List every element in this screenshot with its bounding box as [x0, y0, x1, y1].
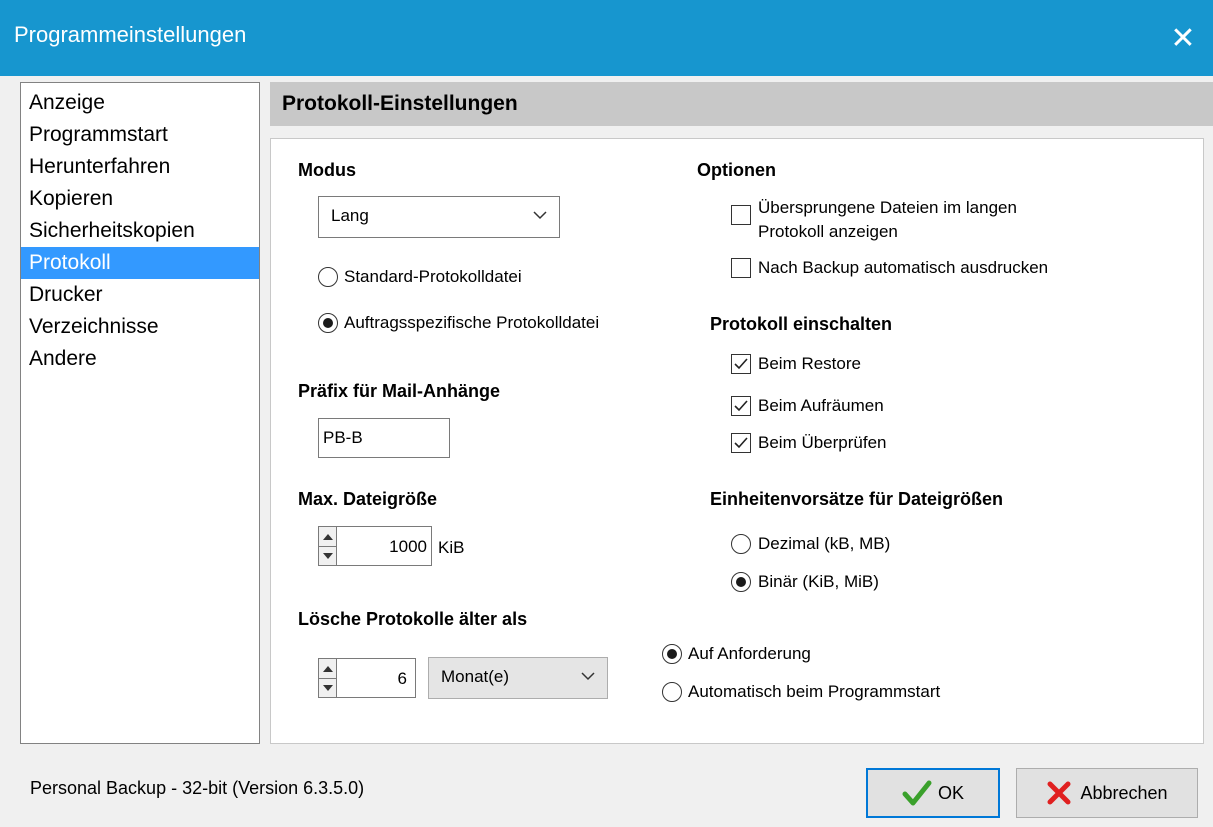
chevron-down-icon — [581, 672, 595, 681]
radio-binaer[interactable] — [731, 572, 751, 592]
radio-automatisch[interactable] — [662, 682, 682, 702]
cancel-button-label: Abbrechen — [1080, 782, 1168, 803]
checkbox-skipped-files[interactable] — [731, 205, 751, 225]
checkbox-restore-label[interactable]: Beim Restore — [758, 354, 861, 374]
delete-age-spinner[interactable] — [318, 658, 338, 698]
delete-heading: Lösche Protokolle älter als — [298, 609, 528, 629]
enable-heading: Protokoll einschalten — [710, 314, 893, 334]
radio-binaer-label[interactable]: Binär (KiB, MiB) — [758, 572, 879, 592]
settings-window: Programmeinstellungen ✕ Anzeige Programm… — [0, 0, 1213, 827]
maxsize-spinner[interactable] — [318, 526, 338, 566]
options-heading: Optionen — [697, 160, 776, 180]
maxsize-unit: KiB — [438, 538, 465, 557]
chevron-down-icon — [533, 211, 547, 220]
title-bar[interactable]: Programmeinstellungen ✕ — [0, 0, 1213, 76]
checkbox-cleanup[interactable] — [731, 396, 751, 416]
check-icon — [734, 437, 748, 449]
delete-unit-value: Monat(e) — [441, 667, 510, 686]
checkbox-verify[interactable] — [731, 433, 751, 453]
page-title: Protokoll-Einstellungen — [270, 82, 1213, 126]
ok-button-label: OK — [937, 782, 964, 803]
radio-dezimal-label[interactable]: Dezimal (kB, MB) — [758, 534, 890, 554]
sidebar-item-programmstart[interactable]: Programmstart — [21, 119, 259, 151]
radio-auftrag-label[interactable]: Auftragsspezifische Protokolldatei — [344, 313, 599, 333]
window-title: Programmeinstellungen — [14, 22, 247, 47]
units-heading: Einheitenvorsätze für Dateigrößen — [710, 489, 1004, 509]
check-icon — [734, 400, 748, 412]
radio-auf-anforderung-label[interactable]: Auf Anforderung — [688, 644, 811, 664]
prefix-heading: Präfix für Mail-Anhänge — [298, 381, 501, 401]
delete-age-input[interactable]: 6 — [336, 658, 416, 698]
skipped-label-line2: Protokoll anzeigen — [758, 222, 898, 241]
spin-up-icon[interactable] — [319, 527, 337, 547]
radio-auftragsspezifische-protokolldatei[interactable] — [318, 313, 338, 333]
checkbox-auto-print-label[interactable]: Nach Backup automatisch ausdrucken — [758, 258, 1048, 278]
sidebar-item-drucker[interactable]: Drucker — [21, 279, 259, 311]
spin-down-icon[interactable] — [319, 546, 337, 565]
checkbox-auto-print[interactable] — [731, 258, 751, 278]
prefix-input[interactable]: PB-B — [318, 418, 450, 458]
category-list[interactable]: Anzeige Programmstart Herunterfahren Kop… — [20, 82, 260, 744]
x-icon — [1047, 781, 1071, 805]
checkbox-restore[interactable] — [731, 354, 751, 374]
sidebar-item-andere[interactable]: Andere — [21, 343, 259, 375]
spin-down-icon[interactable] — [319, 678, 337, 697]
maxsize-input[interactable]: 1000 — [336, 526, 432, 566]
cancel-button[interactable]: Abbrechen — [1016, 768, 1198, 818]
delete-unit-select[interactable]: Monat(e) — [428, 657, 608, 699]
checkbox-skipped-files-label[interactable]: Übersprungene Dateien im langen Protokol… — [758, 196, 1017, 244]
check-icon — [734, 358, 748, 370]
modus-heading: Modus — [298, 160, 356, 180]
checkbox-verify-label[interactable]: Beim Überprüfen — [758, 433, 887, 453]
sidebar-item-kopieren[interactable]: Kopieren — [21, 183, 259, 215]
close-icon[interactable]: ✕ — [1153, 0, 1213, 76]
sidebar-item-verzeichnisse[interactable]: Verzeichnisse — [21, 311, 259, 343]
check-icon — [902, 780, 932, 806]
radio-standard-protokolldatei[interactable] — [318, 267, 338, 287]
radio-automatisch-label[interactable]: Automatisch beim Programmstart — [688, 682, 940, 702]
sidebar-item-herunterfahren[interactable]: Herunterfahren — [21, 151, 259, 183]
skipped-label-line1: Übersprungene Dateien im langen — [758, 198, 1017, 217]
radio-standard-label[interactable]: Standard-Protokolldatei — [344, 267, 522, 287]
sidebar-item-sicherheitskopien[interactable]: Sicherheitskopien — [21, 215, 259, 247]
ok-button[interactable]: OK — [866, 768, 1000, 818]
sidebar-item-protokoll[interactable]: Protokoll — [21, 247, 259, 279]
checkbox-cleanup-label[interactable]: Beim Aufräumen — [758, 396, 884, 416]
radio-dezimal[interactable] — [731, 534, 751, 554]
radio-auf-anforderung[interactable] — [662, 644, 682, 664]
version-label: Personal Backup - 32-bit (Version 6.3.5.… — [30, 778, 365, 798]
modus-select-value: Lang — [331, 206, 369, 225]
sidebar-item-anzeige[interactable]: Anzeige — [21, 87, 259, 119]
maxsize-heading: Max. Dateigröße — [298, 489, 438, 509]
spin-up-icon[interactable] — [319, 659, 337, 679]
modus-select[interactable]: Lang — [318, 196, 560, 238]
